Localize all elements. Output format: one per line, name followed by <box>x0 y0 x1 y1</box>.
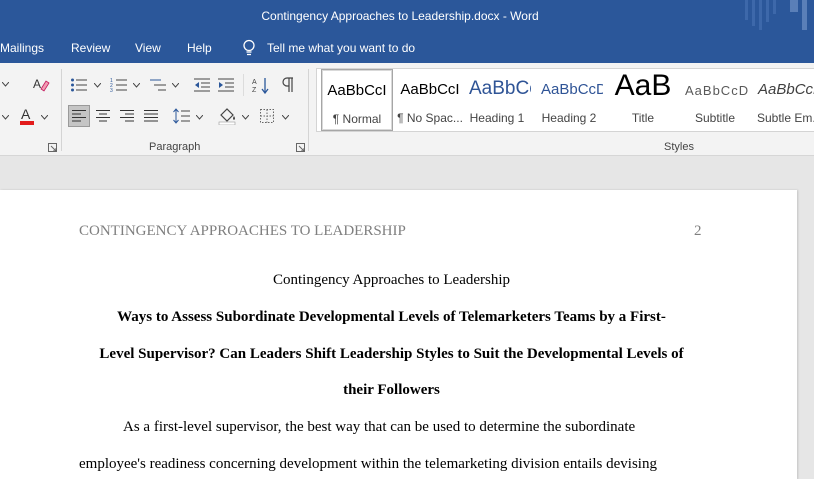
tab-mailings[interactable]: Mailings <box>0 41 44 55</box>
ribbon-tabs: Mailings Review View Help Tell me what y… <box>0 33 814 63</box>
style-preview: AaBbCcI <box>400 81 460 98</box>
style-subtitle[interactable]: AaBbCcD Subtitle <box>679 69 751 131</box>
ribbon: A A 1 2 3 A Z Paragraph AaBbCcI ¶ Normal… <box>0 63 814 156</box>
style-preview: AaBbCcD <box>685 83 750 98</box>
style-name: ¶ No Spac... <box>397 111 463 125</box>
multilevel-list-dropdown-icon[interactable] <box>172 83 179 88</box>
style-name: Subtitle <box>694 111 736 125</box>
highlight-dropdown-partial[interactable] <box>0 106 10 128</box>
window-title: Contingency Approaches to Leadership.doc… <box>261 9 539 23</box>
styles-gallery: AaBbCcI ¶ Normal AaBbCcI ¶ No Spac... Aa… <box>316 68 814 132</box>
heading-line: Ways to Assess Subordinate Developmental… <box>117 309 666 325</box>
style-subtle-emphasis[interactable]: AaBbCcL Subtle Em... <box>753 69 814 131</box>
svg-text:Z: Z <box>252 87 257 94</box>
document-title: Contingency Approaches to Leadership <box>272 272 511 288</box>
style-preview: AaBbCcI <box>327 82 387 99</box>
style-name: Heading 1 <box>469 111 525 125</box>
title-bar: Contingency Approaches to Leadership.doc… <box>0 0 814 33</box>
numbering-icon[interactable]: 1 2 3 <box>108 74 130 96</box>
svg-text:A: A <box>33 77 41 91</box>
style-preview: AaBbCcD <box>541 81 603 98</box>
shading-dropdown-icon[interactable] <box>242 115 249 120</box>
style-name: Heading 2 <box>541 111 597 125</box>
font-color-icon[interactable]: A <box>16 105 38 127</box>
numbering-dropdown-icon[interactable] <box>133 83 140 88</box>
style-preview: AaBbCcL <box>758 81 814 98</box>
heading-line: Level Supervisor? Can Leaders Shift Lead… <box>99 346 684 362</box>
style-heading-1[interactable]: AaBbCc Heading 1 <box>463 69 531 131</box>
font-size-dropdown-partial[interactable] <box>0 73 10 95</box>
align-left-icon[interactable] <box>68 105 90 127</box>
running-head: CONTINGENCY APPROACHES TO LEADERSHIP <box>79 223 406 239</box>
align-center-icon[interactable] <box>92 105 114 127</box>
svg-text:A: A <box>21 106 31 122</box>
font-dialog-launcher-icon[interactable] <box>48 143 57 152</box>
style-heading-2[interactable]: AaBbCcD Heading 2 <box>535 69 603 131</box>
line-spacing-icon[interactable] <box>171 105 193 127</box>
tab-view[interactable]: View <box>135 41 161 55</box>
style-name: Title <box>631 111 655 125</box>
body-line: employee's readiness concerning developm… <box>79 456 657 472</box>
style-preview: AaB <box>614 69 672 102</box>
paragraph-dialog-launcher-icon[interactable] <box>296 143 305 152</box>
inline-separator <box>243 74 244 96</box>
line-spacing-dropdown-icon[interactable] <box>196 115 203 120</box>
justify-icon[interactable] <box>140 105 162 127</box>
clear-formatting-icon[interactable]: A <box>30 73 52 95</box>
multilevel-list-icon[interactable] <box>147 74 169 96</box>
bullets-icon[interactable] <box>68 74 90 96</box>
svg-text:3: 3 <box>110 88 113 93</box>
body-line: As a first-level supervisor, the best wa… <box>123 419 636 435</box>
tell-me-search[interactable]: Tell me what you want to do <box>267 41 415 55</box>
style-normal[interactable]: AaBbCcI ¶ Normal <box>321 69 393 131</box>
style-name: Subtle Em... <box>757 111 814 125</box>
decrease-indent-icon[interactable] <box>191 74 213 96</box>
document-page[interactable]: CONTINGENCY APPROACHES TO LEADERSHIP 2 C… <box>0 190 797 479</box>
align-right-icon[interactable] <box>116 105 138 127</box>
increase-indent-icon[interactable] <box>215 74 237 96</box>
style-title[interactable]: AaB Title <box>607 69 679 131</box>
sort-icon[interactable]: A Z <box>250 74 272 96</box>
style-name: ¶ Normal <box>332 112 382 126</box>
heading-line: their Followers <box>343 382 440 398</box>
svg-text:A: A <box>252 79 257 86</box>
paragraph-group-label: Paragraph <box>149 141 201 153</box>
shading-icon[interactable] <box>217 105 239 127</box>
styles-group-label: Styles <box>664 141 694 153</box>
lightbulb-icon <box>243 39 255 56</box>
style-no-spacing[interactable]: AaBbCcI ¶ No Spac... <box>394 69 466 131</box>
bullets-dropdown-icon[interactable] <box>94 83 101 88</box>
tab-help[interactable]: Help <box>187 41 212 55</box>
borders-dropdown-icon[interactable] <box>282 115 289 120</box>
tab-review[interactable]: Review <box>71 41 110 55</box>
style-preview: AaBbCc <box>469 78 531 99</box>
document-workspace: CONTINGENCY APPROACHES TO LEADERSHIP 2 C… <box>0 156 814 479</box>
page-number: 2 <box>694 223 702 239</box>
show-formatting-marks-icon[interactable] <box>277 74 299 96</box>
borders-icon[interactable] <box>256 105 278 127</box>
group-separator <box>61 69 62 151</box>
group-separator <box>308 69 309 151</box>
font-color-dropdown-icon[interactable] <box>41 115 48 120</box>
